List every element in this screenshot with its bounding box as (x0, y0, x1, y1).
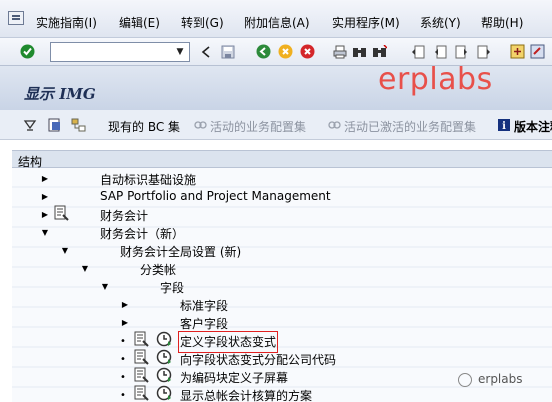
back-arrow-icon[interactable] (198, 44, 213, 59)
tree-node-auto-id[interactable]: 自动标识基础设施 (100, 171, 196, 189)
menu-system[interactable]: 系统(Y) (420, 14, 461, 31)
tree-node-fields[interactable]: 字段 (160, 279, 184, 297)
img-activity-icon[interactable] (134, 349, 150, 365)
shortcut-icon[interactable] (530, 44, 545, 59)
tree-node-coding-block-subscreens[interactable]: 为编码块定义子屏幕 (180, 369, 288, 387)
watermark-text: erplabs (378, 62, 493, 97)
active-bc-sets-button[interactable]: 活动的业务配置集 (210, 118, 306, 135)
activated-bc-set-icon (326, 117, 342, 133)
collapse-arrow-icon[interactable]: ▼ (40, 227, 50, 237)
tree-column-header: 结构 (12, 150, 552, 169)
img-activity-icon[interactable] (134, 385, 150, 401)
menu-edit[interactable]: 编辑(E) (119, 14, 160, 31)
back-icon[interactable] (256, 44, 271, 59)
create-session-icon[interactable] (510, 44, 525, 59)
prev-page-icon[interactable] (432, 44, 447, 59)
command-field[interactable]: ▼ (50, 42, 190, 62)
release-notes-button[interactable]: 版本注释 (514, 118, 552, 135)
page-title: 显示 IMG (24, 85, 96, 103)
tree-node-financial-accounting[interactable]: 财务会计 (100, 207, 148, 225)
leaf-bullet: • (120, 336, 126, 347)
wechat-icon (458, 372, 472, 387)
collapse-arrow-icon[interactable]: ▼ (60, 245, 70, 255)
tree-node-portfolio[interactable]: SAP Portfolio and Project Management (100, 189, 331, 207)
system-menu-icon[interactable] (8, 11, 24, 25)
leaf-bullet: • (120, 354, 126, 365)
execute-clock-icon[interactable] (156, 349, 172, 365)
save-icon[interactable] (220, 44, 235, 59)
command-input[interactable] (51, 43, 169, 61)
execute-clock-icon[interactable] (156, 331, 172, 347)
info-icon[interactable]: i (496, 117, 512, 133)
menu-help[interactable]: 帮助(H) (481, 14, 523, 31)
tree-node-standard-fields[interactable]: 标准字段 (180, 297, 228, 315)
find-next-icon[interactable] (372, 44, 387, 59)
enter-icon[interactable] (20, 44, 35, 59)
find-icon[interactable] (352, 44, 367, 59)
tree-node-define-field-status-variants[interactable]: 定义字段状态变式 (177, 331, 279, 353)
execute-clock-icon[interactable] (156, 385, 172, 401)
img-activity-icon[interactable] (134, 331, 150, 347)
existing-bc-sets-button[interactable]: 现有的 BC 集 (108, 118, 180, 135)
expand-arrow-icon[interactable]: ▶ (120, 317, 130, 327)
tree-node-financial-accounting-new[interactable]: 财务会计（新） (100, 225, 184, 243)
execute-clock-icon[interactable] (156, 367, 172, 383)
next-page-icon[interactable] (454, 44, 469, 59)
first-page-icon[interactable] (410, 44, 425, 59)
menu-utilities[interactable]: 实用程序(M) (332, 14, 400, 31)
expand-arrow-icon[interactable]: ▶ (40, 173, 50, 183)
leaf-bullet: • (120, 390, 126, 401)
collapse-arrow-icon[interactable]: ▼ (80, 263, 90, 273)
last-page-icon[interactable] (476, 44, 491, 59)
tree-node-ledger[interactable]: 分类帐 (140, 261, 176, 279)
document-icon[interactable] (46, 117, 62, 133)
expand-subtree-icon[interactable] (22, 117, 38, 133)
exit-icon[interactable] (278, 44, 293, 59)
expand-arrow-icon[interactable]: ▶ (40, 209, 50, 219)
menu-implementation-guide[interactable]: 实施指南(I) (36, 14, 97, 31)
tree-node-global-settings[interactable]: 财务会计全局设置 (新) (120, 243, 241, 261)
structure-icon[interactable] (70, 117, 86, 133)
svg-text:i: i (502, 121, 506, 132)
activated-bc-sets-button[interactable]: 活动已激活的业务配置集 (344, 118, 476, 135)
print-icon[interactable] (332, 44, 347, 59)
menu-extras[interactable]: 附加信息(A) (244, 14, 310, 31)
footer-watermark-text: erplabs (478, 372, 523, 386)
tree-node-customer-fields[interactable]: 客户字段 (180, 315, 228, 333)
footer-watermark: erplabs (458, 372, 523, 387)
expand-arrow-icon[interactable]: ▶ (40, 191, 50, 201)
collapse-arrow-icon[interactable]: ▼ (100, 281, 110, 291)
tree-node-assign-company-code[interactable]: 向字段状态变式分配公司代码 (180, 351, 336, 369)
bc-set-icon (192, 117, 208, 133)
chevron-down-icon[interactable]: ▼ (173, 45, 187, 59)
img-activity-icon[interactable] (134, 367, 150, 383)
leaf-bullet: • (120, 372, 126, 383)
tree-node-display-gl-scenarios[interactable]: 显示总帐会计核算的方案 (180, 387, 312, 402)
expand-arrow-icon[interactable]: ▶ (120, 299, 130, 309)
cancel-icon[interactable] (300, 44, 315, 59)
menu-goto[interactable]: 转到(G) (181, 14, 224, 31)
img-activity-icon[interactable] (54, 205, 70, 221)
